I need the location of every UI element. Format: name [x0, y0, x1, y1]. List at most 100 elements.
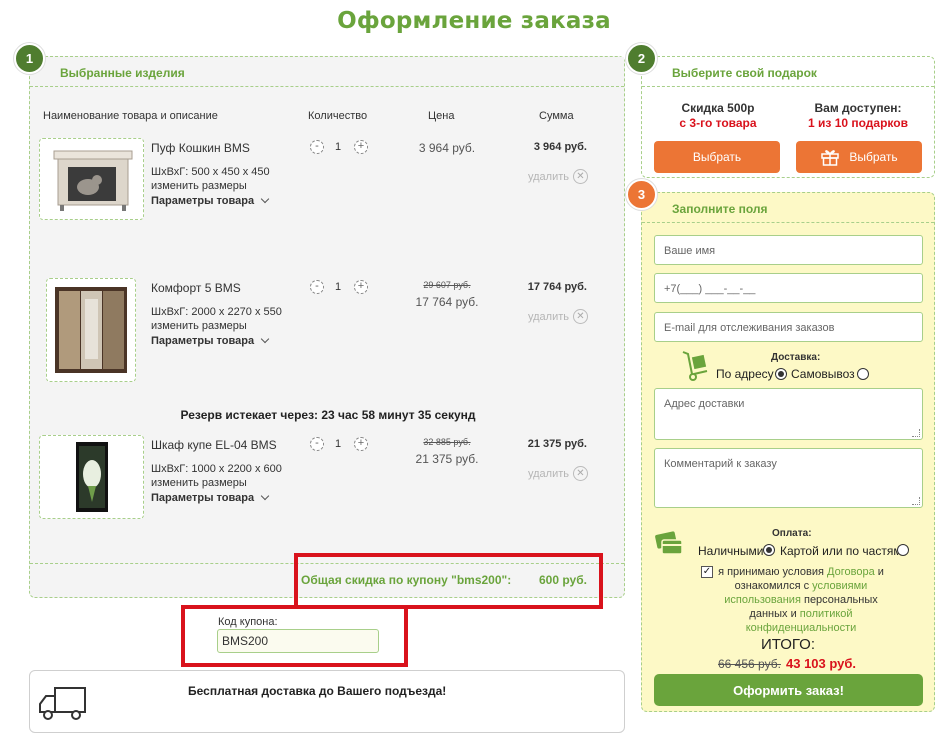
terms-checkbox[interactable]: ✓ [701, 566, 713, 578]
pay-cash-radio[interactable] [763, 544, 775, 556]
coupon-input[interactable] [217, 629, 379, 653]
product-sum: 21 375 руб. [527, 438, 587, 450]
chevron-down-icon [260, 491, 270, 501]
qty-plus-button[interactable]: + [354, 437, 368, 451]
qty-value[interactable]: 1 [335, 438, 341, 450]
product-sum: 17 764 руб. [527, 281, 587, 293]
product-image-shkaf[interactable] [39, 435, 144, 519]
order-form-title: Заполните поля [672, 202, 768, 216]
delivery-label: Доставка: [771, 352, 821, 363]
resize-grip-icon[interactable] [912, 497, 920, 505]
free-delivery-banner [29, 670, 625, 733]
product-image-puf[interactable] [39, 138, 144, 220]
gift-discount-subtitle: с 3-го товара [679, 116, 757, 130]
gift-discount-title: Скидка 500р [681, 101, 755, 115]
truck-icon [39, 687, 86, 720]
address-textarea[interactable]: Адрес доставки [654, 388, 923, 440]
qty-value[interactable]: 1 [335, 281, 341, 293]
product-sum: 3 964 руб. [533, 141, 587, 153]
product-params-label: Параметры товара [151, 492, 255, 504]
choose-discount-button[interactable]: Выбрать [654, 141, 780, 173]
submit-order-button[interactable]: Оформить заказ! [654, 674, 923, 706]
product-old-price: 32 885 руб. [423, 437, 471, 447]
resize-link[interactable]: изменить размеры [151, 180, 247, 192]
delivery-option-pickup-label[interactable]: Самовывоз [791, 367, 855, 381]
contract-link[interactable]: Договора [827, 566, 875, 578]
choose-gift-button[interactable]: Выбрать [796, 141, 922, 173]
remove-link[interactable]: удалить [528, 311, 569, 323]
product-params-toggle[interactable]: Параметры товара [151, 334, 270, 347]
column-header-price: Цена [428, 110, 455, 122]
pouf-image [53, 150, 133, 211]
product-old-price: 29 607 руб. [423, 280, 471, 290]
choose-gift-label: Выбрать [849, 150, 898, 164]
email-field[interactable]: E-mail для отслеживания заказов [654, 312, 923, 342]
comment-placeholder: Комментарий к заказу [664, 458, 777, 470]
resize-grip-icon[interactable] [912, 429, 920, 437]
column-header-sum: Сумма [539, 110, 574, 122]
hand-truck-icon [682, 351, 708, 381]
step-1-badge: 1 [14, 43, 45, 74]
delivery-option-address-label[interactable]: По адресу [716, 367, 774, 381]
coupon-label: Код купона: [218, 616, 278, 628]
address-placeholder: Адрес доставки [664, 398, 745, 410]
gift-available-subtitle: 1 из 10 подарков [808, 116, 908, 130]
resize-link[interactable]: изменить размеры [151, 477, 247, 489]
gift-panel-title: Выберите свой подарок [672, 66, 817, 80]
payment-label: Оплата: [772, 528, 812, 539]
product-image-komfort[interactable] [46, 278, 136, 382]
product-price: 3 964 руб. [418, 141, 476, 155]
terms-part-1: я принимаю условия [718, 566, 824, 578]
reserve-timer: Резерв истекает через: 23 час 58 минут 3… [180, 408, 476, 422]
qty-minus-button[interactable]: - [310, 280, 324, 294]
qty-value[interactable]: 1 [335, 141, 341, 153]
product-name[interactable]: Комфорт 5 BMS [151, 281, 241, 295]
remove-link[interactable]: удалить [528, 171, 569, 183]
qty-minus-button[interactable]: - [310, 140, 324, 154]
product-price: 21 375 руб. [415, 452, 479, 466]
product-name[interactable]: Шкаф купе EL-04 BMS [151, 438, 277, 452]
card-icon [655, 531, 683, 555]
delivery-address-radio[interactable] [775, 368, 787, 380]
close-circle-icon[interactable]: ✕ [573, 309, 588, 324]
product-params-toggle[interactable]: Параметры товара [151, 491, 270, 504]
order-form-header: Заполните поля [642, 193, 934, 223]
product-dimensions: ШхВхГ: 2000 х 2270 х 550 [151, 306, 282, 318]
name-field[interactable]: Ваше имя [654, 235, 923, 265]
close-circle-icon[interactable]: ✕ [573, 169, 588, 184]
remove-link[interactable]: удалить [528, 468, 569, 480]
product-params-toggle[interactable]: Параметры товара [151, 194, 270, 207]
product-name[interactable]: Пуф Кошкин BMS [151, 141, 250, 155]
discount-highlight [294, 553, 603, 609]
wardrobe-image [55, 287, 127, 373]
total-label: ИТОГО: [760, 636, 816, 653]
product-params-label: Параметры товара [151, 195, 255, 207]
product-dimensions: ШхВхГ: 1000 х 2200 х 600 [151, 463, 282, 475]
pay-cash-label[interactable]: Наличными [698, 544, 764, 558]
chevron-down-icon [260, 194, 270, 204]
qty-plus-button[interactable]: + [354, 140, 368, 154]
step-2-badge: 2 [626, 43, 657, 74]
pay-card-label[interactable]: Картой или по частям [780, 544, 902, 558]
qty-minus-button[interactable]: - [310, 437, 324, 451]
product-params-label: Параметры товара [151, 335, 255, 347]
comment-textarea[interactable]: Комментарий к заказу [654, 448, 923, 508]
gift-icon [821, 150, 840, 166]
step-3-badge: 3 [626, 179, 657, 210]
cart-panel-title: Выбранные изделия [60, 66, 185, 80]
qty-plus-button[interactable]: + [354, 280, 368, 294]
gift-panel-header: Выберите свой подарок [642, 57, 934, 87]
chevron-down-icon [260, 334, 270, 344]
phone-field[interactable]: +7(___) ___-__-__ [654, 273, 923, 303]
cart-panel: Выбранные изделия Наименование товара и … [29, 56, 625, 598]
cart-panel-header: Выбранные изделия [30, 57, 624, 87]
gift-available-title: Вам доступен: [814, 101, 902, 115]
total-price: 43 103 руб. [786, 656, 857, 671]
delivery-pickup-radio[interactable] [857, 368, 869, 380]
total-old-price: 66 456 руб. [718, 657, 781, 671]
pay-card-radio[interactable] [897, 544, 909, 556]
terms-text: я принимаю условия Договора и ознакомилс… [716, 565, 886, 635]
resize-link[interactable]: изменить размеры [151, 320, 247, 332]
close-circle-icon[interactable]: ✕ [573, 466, 588, 481]
product-dimensions: ШхВхГ: 500 х 450 х 450 [151, 166, 270, 178]
